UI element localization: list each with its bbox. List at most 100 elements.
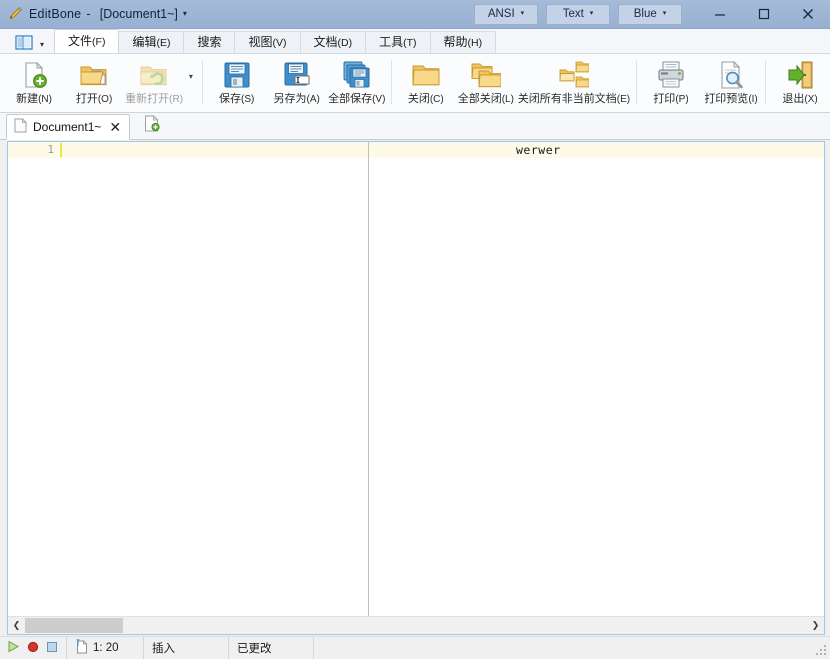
close-icon[interactable]: ✕ xyxy=(107,120,123,134)
new-button-label: 新建(N) xyxy=(16,93,52,105)
menu-tab-document-label: 文档 xyxy=(313,35,338,49)
menu-tab-file-mnemonic: (F) xyxy=(92,36,106,48)
exit-button-label: 退出(X) xyxy=(782,93,818,105)
print-preview-button[interactable]: 打印预览(I) xyxy=(701,54,761,112)
save-button-label: 保存(S) xyxy=(219,93,255,105)
caret-position-icon xyxy=(75,639,88,657)
menu-tab-view[interactable]: 视图(V) xyxy=(234,31,301,53)
menu-tab-file-label: 文件 xyxy=(68,34,93,48)
scroll-right-button[interactable]: ❯ xyxy=(807,617,824,634)
close-others-button-label: 关闭所有非当前文档(E) xyxy=(517,93,631,105)
status-extra-cell xyxy=(313,637,383,659)
floppy-save-all-icon xyxy=(341,59,373,91)
line-number: 1 xyxy=(47,143,54,156)
new-button[interactable]: 新建(N) xyxy=(4,54,64,112)
ribbon-toolbar: 新建(N) 打开(O) 重新打开(R) ▾ 保存(S) 另存为(A) 全部保存(… xyxy=(0,54,830,113)
menu-bar: ▾ 文件(F) 编辑(E) 搜索 视图(V) 文档(D) 工具(T) 帮助(H) xyxy=(0,29,830,54)
maximize-button[interactable] xyxy=(742,1,786,28)
close-document-button[interactable]: 关闭(C) xyxy=(396,54,456,112)
menu-tab-search[interactable]: 搜索 xyxy=(183,31,236,53)
app-title: EditBone xyxy=(29,7,82,21)
insert-mode-cell: 插入 xyxy=(143,637,228,659)
reopen-button-label: 重新打开(R) xyxy=(125,93,184,105)
menu-tab-view-mnemonic: (V) xyxy=(272,37,287,49)
encoding-combo[interactable]: ANSI ▾ xyxy=(474,3,538,25)
exit-door-icon xyxy=(784,59,816,91)
title-bar: EditBone - [Document1~] ▾ ANSI ▾ Text ▾ … xyxy=(0,0,830,29)
new-document-tab-button[interactable] xyxy=(138,113,166,137)
menu-tab-help-label: 帮助 xyxy=(443,35,468,49)
toolbar-separator xyxy=(636,60,637,104)
menu-tab-tools-label: 工具 xyxy=(379,35,404,49)
save-as-button-label: 另存为(A) xyxy=(273,93,320,105)
editor-text-area[interactable]: 1 werwer xyxy=(8,142,824,616)
horizontal-scrollbar-thumb[interactable] xyxy=(25,618,123,633)
printer-icon xyxy=(655,59,687,91)
chevron-down-icon: ▾ xyxy=(589,10,594,17)
document-tab-label: Document1~ xyxy=(33,120,102,134)
document-tab-document1[interactable]: Document1~ ✕ xyxy=(6,114,131,140)
menu-tab-edit-label: 编辑 xyxy=(132,35,157,49)
application-window: EditBone - [Document1~] ▾ ANSI ▾ Text ▾ … xyxy=(0,0,830,659)
scroll-left-button[interactable]: ❮ xyxy=(8,617,25,634)
menu-tab-list: 文件(F) 编辑(E) 搜索 视图(V) 文档(D) 工具(T) 帮助(H) xyxy=(54,29,497,53)
exit-button[interactable]: 退出(X) xyxy=(770,54,830,112)
toolbar-separator xyxy=(390,60,392,104)
panel-layout-caret-icon[interactable]: ▾ xyxy=(40,40,44,49)
menu-tab-file[interactable]: 文件(F) xyxy=(54,29,120,53)
title-bar-right: ANSI ▾ Text ▾ Blue ▾ xyxy=(474,0,830,28)
save-as-button[interactable]: 另存为(A) xyxy=(267,54,327,112)
modified-status-cell: 已更改 xyxy=(228,637,313,659)
record-icon[interactable] xyxy=(27,641,39,656)
minimize-button[interactable] xyxy=(698,1,742,28)
close-all-button-label: 全部关闭(L) xyxy=(457,93,514,105)
editor-container: 1 werwer ❮ ❯ xyxy=(0,140,830,636)
title-separator: - xyxy=(86,7,91,21)
close-others-button[interactable]: 关闭所有非当前文档(E) xyxy=(516,54,632,112)
panel-layout-button[interactable] xyxy=(13,33,35,51)
horizontal-scrollbar[interactable]: ❮ ❯ xyxy=(8,616,824,634)
close-icon xyxy=(803,9,813,19)
text-editor[interactable]: 1 werwer ❮ ❯ xyxy=(7,141,825,635)
text-caret xyxy=(60,143,62,157)
folders-close-all-icon xyxy=(470,59,502,91)
open-button-label: 打开(O) xyxy=(75,93,113,105)
reopen-folder-icon xyxy=(138,59,170,91)
reopen-button[interactable]: 重新打开(R) xyxy=(124,54,184,112)
floppy-save-as-icon xyxy=(281,59,313,91)
open-button[interactable]: 打开(O) xyxy=(64,54,124,112)
menu-tab-tools[interactable]: 工具(T) xyxy=(365,31,431,53)
title-document-name: [Document1~] xyxy=(99,7,178,21)
print-button[interactable]: 打印(P) xyxy=(641,54,701,112)
status-bar: 1: 20 插入 已更改 xyxy=(0,636,830,659)
editor-line-1: werwer xyxy=(516,143,561,157)
open-folder-icon xyxy=(78,59,110,91)
resize-grip[interactable] xyxy=(816,645,828,657)
right-margin-guide xyxy=(368,142,369,616)
close-button[interactable] xyxy=(786,1,830,28)
folders-close-others-icon xyxy=(558,59,590,91)
save-all-button-label: 全部保存(V) xyxy=(328,93,386,105)
print-preview-icon xyxy=(715,59,747,91)
title-dropdown-caret-icon[interactable]: ▾ xyxy=(183,9,187,18)
reopen-dropdown-caret-icon[interactable]: ▾ xyxy=(184,54,198,112)
menu-tab-edit-mnemonic: (E) xyxy=(156,37,171,49)
menu-tab-document[interactable]: 文档(D) xyxy=(299,31,367,53)
document-tab-strip: Document1~ ✕ xyxy=(0,113,830,140)
filetype-combo[interactable]: Text ▾ xyxy=(546,3,610,25)
filetype-combo-label: Text xyxy=(562,8,584,20)
toolbar-separator xyxy=(765,60,767,104)
menu-tab-document-mnemonic: (D) xyxy=(337,37,353,49)
save-all-button[interactable]: 全部保存(V) xyxy=(327,54,387,112)
play-icon[interactable] xyxy=(7,640,20,656)
minimize-icon xyxy=(715,14,725,16)
document-icon xyxy=(14,118,27,136)
menu-tab-help[interactable]: 帮助(H) xyxy=(429,31,497,53)
stop-icon[interactable] xyxy=(46,641,58,656)
close-all-button[interactable]: 全部关闭(L) xyxy=(456,54,516,112)
pencil-icon xyxy=(7,6,23,22)
theme-combo[interactable]: Blue ▾ xyxy=(618,3,682,25)
caret-position-cell: 1: 20 xyxy=(66,637,143,659)
save-button[interactable]: 保存(S) xyxy=(207,54,267,112)
menu-tab-edit[interactable]: 编辑(E) xyxy=(118,31,185,53)
